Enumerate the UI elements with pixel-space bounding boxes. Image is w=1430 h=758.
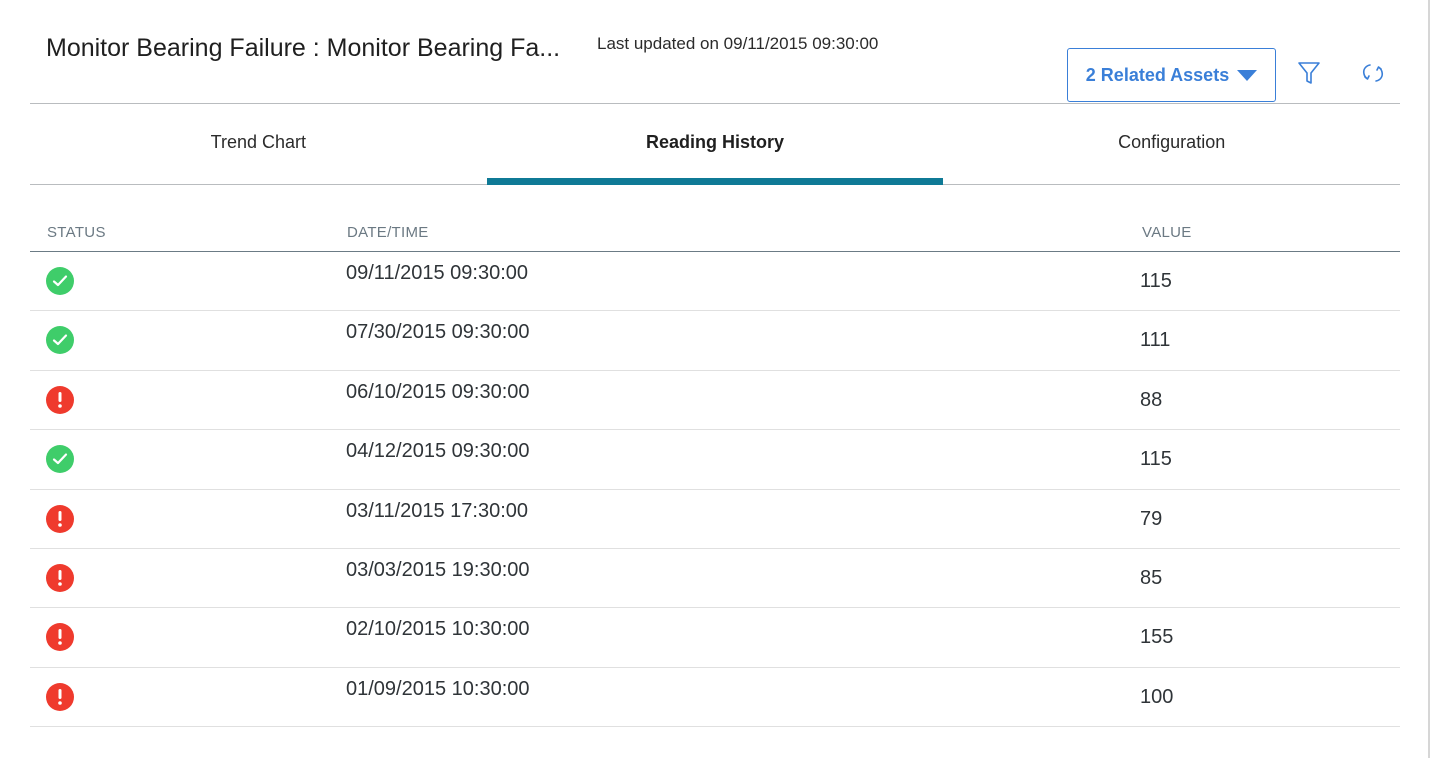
table-row[interactable]: 06/10/2015 09:30:00 88 — [30, 371, 1400, 431]
status-cell — [46, 385, 74, 414]
table-row[interactable]: 01/09/2015 10:30:00 100 — [30, 668, 1400, 728]
table-row[interactable]: 07/30/2015 09:30:00 111 — [30, 311, 1400, 371]
page-header: Monitor Bearing Failure : Monitor Bearin… — [30, 0, 1400, 104]
status-cell — [46, 326, 74, 355]
alert-circle-icon — [46, 563, 74, 592]
table-row[interactable]: 03/11/2015 17:30:00 79 — [30, 490, 1400, 549]
table-row[interactable]: 02/10/2015 10:30:00 155 — [30, 608, 1400, 668]
table-row[interactable]: 04/12/2015 09:30:00 115 — [30, 430, 1400, 490]
caret-down-icon — [1237, 70, 1258, 81]
value-cell: 79 — [1140, 507, 1163, 530]
status-cell — [46, 682, 74, 711]
datetime-cell: 09/11/2015 09:30:00 — [346, 262, 529, 284]
refresh-icon — [1362, 64, 1384, 82]
status-cell — [46, 504, 74, 533]
refresh-button[interactable] — [1358, 58, 1388, 88]
alert-circle-icon — [46, 385, 74, 414]
value-cell: 115 — [1140, 270, 1172, 292]
alert-circle-icon — [46, 504, 74, 533]
check-circle-icon — [46, 326, 74, 355]
value-cell: 115 — [1140, 448, 1172, 471]
column-header-status: STATUS — [47, 224, 106, 241]
related-assets-dropdown[interactable]: 2 Related Assets — [1067, 48, 1276, 102]
tab-configuration[interactable]: Configuration — [943, 104, 1400, 184]
value-cell: 85 — [1140, 566, 1163, 589]
last-updated-text: Last updated on 09/11/2015 09:30:00 — [597, 34, 879, 53]
filter-button[interactable] — [1294, 58, 1324, 88]
value-cell: 111 — [1140, 329, 1171, 352]
page-title: Monitor Bearing Failure : Monitor Bearin… — [46, 34, 561, 62]
value-cell: 100 — [1140, 685, 1174, 708]
tab-label: Configuration — [1118, 131, 1226, 152]
related-assets-label: 2 Related Assets — [1085, 64, 1230, 85]
reading-history-table: STATUS DATE/TIME VALUE 09/11/2015 09:30:… — [30, 210, 1400, 728]
datetime-cell: 03/03/2015 19:30:00 — [346, 558, 530, 581]
column-header-datetime: DATE/TIME — [347, 224, 429, 241]
datetime-cell: 07/30/2015 09:30:00 — [346, 321, 530, 344]
column-header-value: VALUE — [1142, 224, 1192, 241]
status-cell — [46, 445, 74, 474]
status-cell — [46, 563, 74, 592]
check-circle-icon — [46, 267, 74, 295]
value-cell: 155 — [1140, 626, 1174, 649]
datetime-cell: 03/11/2015 17:30:00 — [346, 499, 529, 522]
table-row[interactable]: 09/11/2015 09:30:00 115 — [30, 252, 1400, 312]
datetime-cell: 02/10/2015 10:30:00 — [346, 618, 530, 641]
alert-circle-icon — [46, 682, 74, 711]
tab-trend-chart[interactable]: Trend Chart — [30, 104, 487, 184]
table-header: STATUS DATE/TIME VALUE — [30, 210, 1400, 252]
tab-label: Trend Chart — [210, 131, 307, 152]
value-cell: 88 — [1140, 388, 1163, 411]
tab-reading-history[interactable]: Reading History — [486, 104, 944, 185]
datetime-cell: 04/12/2015 09:30:00 — [346, 440, 530, 463]
tab-bar: Trend Chart Reading History Configuratio… — [30, 104, 1400, 185]
tab-label: Reading History — [645, 131, 785, 152]
status-cell — [46, 267, 74, 295]
table-body: 09/11/2015 09:30:00 115 07/30/2015 09:30:0… — [30, 252, 1400, 728]
datetime-cell: 01/09/2015 10:30:00 — [346, 677, 530, 700]
check-circle-icon — [46, 445, 74, 474]
filter-icon — [1298, 62, 1320, 84]
status-cell — [46, 623, 74, 652]
datetime-cell: 06/10/2015 09:30:00 — [346, 380, 530, 403]
alert-circle-icon — [46, 623, 74, 652]
table-row[interactable]: 03/03/2015 19:30:00 85 — [30, 549, 1400, 609]
